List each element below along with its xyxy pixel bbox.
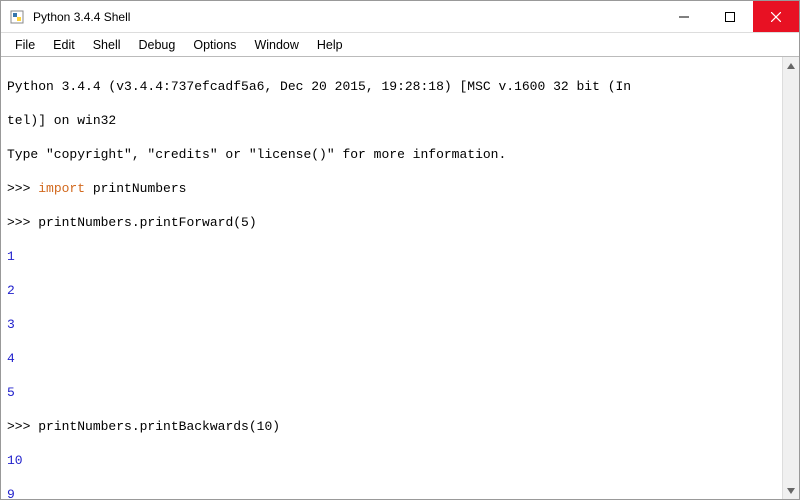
scroll-down-button[interactable] (783, 482, 799, 499)
close-button[interactable] (753, 1, 799, 32)
menubar: File Edit Shell Debug Options Window Hel… (1, 33, 799, 57)
output-line: 10 (7, 452, 776, 469)
menu-window[interactable]: Window (246, 36, 306, 54)
output-line: 3 (7, 316, 776, 333)
output-line: 9 (7, 486, 776, 499)
window-title: Python 3.4.4 Shell (33, 10, 661, 24)
output-line: 2 (7, 282, 776, 299)
chevron-up-icon (787, 63, 795, 69)
vertical-scrollbar[interactable] (782, 57, 799, 499)
output-line: 1 (7, 248, 776, 265)
titlebar[interactable]: Python 3.4.4 Shell (1, 1, 799, 33)
input-line: >>> printNumbers.printForward(5) (7, 214, 776, 231)
banner-line: tel)] on win32 (7, 112, 776, 129)
menu-file[interactable]: File (7, 36, 43, 54)
prompt: >>> (7, 419, 38, 434)
menu-shell[interactable]: Shell (85, 36, 129, 54)
prompt: >>> (7, 181, 38, 196)
banner-line: Type "copyright", "credits" or "license(… (7, 146, 776, 163)
output-line: 4 (7, 350, 776, 367)
shell-content[interactable]: Python 3.4.4 (v3.4.4:737efcadf5a6, Dec 2… (1, 57, 782, 499)
menu-help[interactable]: Help (309, 36, 351, 54)
call-printBackwards: printNumbers.printBackwards(10) (38, 419, 280, 434)
window-controls (661, 1, 799, 32)
banner-line: Python 3.4.4 (v3.4.4:737efcadf5a6, Dec 2… (7, 78, 776, 95)
minimize-button[interactable] (661, 1, 707, 32)
python-shell-window: Python 3.4.4 Shell File Edit Shell Debug… (0, 0, 800, 500)
python-icon (9, 9, 25, 25)
call-printForward: printNumbers.printForward(5) (38, 215, 256, 230)
chevron-down-icon (787, 488, 795, 494)
input-line: >>> import printNumbers (7, 180, 776, 197)
scroll-track[interactable] (783, 74, 799, 482)
prompt: >>> (7, 215, 38, 230)
output-line: 5 (7, 384, 776, 401)
content-wrap: Python 3.4.4 (v3.4.4:737efcadf5a6, Dec 2… (1, 57, 799, 499)
input-line: >>> printNumbers.printBackwards(10) (7, 418, 776, 435)
keyword-import: import (38, 181, 85, 196)
scroll-up-button[interactable] (783, 57, 799, 74)
maximize-button[interactable] (707, 1, 753, 32)
menu-edit[interactable]: Edit (45, 36, 83, 54)
import-module: printNumbers (85, 181, 186, 196)
menu-options[interactable]: Options (185, 36, 244, 54)
menu-debug[interactable]: Debug (131, 36, 184, 54)
